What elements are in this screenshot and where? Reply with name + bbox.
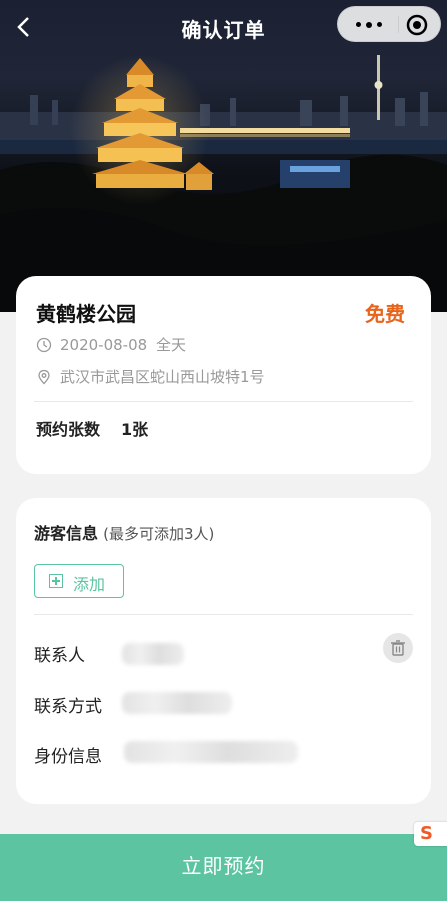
- contact-label: 联系人: [34, 646, 85, 666]
- visitor-info-card: 游客信息 (最多可添加3人) 添加 联系人 联系方式 身份信息: [16, 498, 431, 804]
- more-dots-icon[interactable]: [352, 7, 390, 41]
- submit-reservation-button[interactable]: 立即预约: [0, 834, 447, 901]
- id-label: 身份信息: [34, 747, 102, 767]
- add-visitor-button[interactable]: 添加: [34, 564, 124, 598]
- add-visitor-label: 添加: [73, 575, 106, 594]
- hero-banner: 确认订单: [0, 0, 447, 312]
- divider: [34, 401, 413, 402]
- place-card: 黄鹤楼公园 免费 2020-08-08 全天 武汉市武昌区蛇山西山坡特1号 预约…: [16, 276, 431, 474]
- address-row: 武汉市武昌区蛇山西山坡特1号: [36, 366, 406, 388]
- divider: [34, 614, 413, 615]
- contact-name-redacted: [122, 643, 184, 665]
- address-text: 武汉市武昌区蛇山西山坡特1号: [60, 368, 265, 386]
- phone-number-redacted: [122, 692, 232, 714]
- visitor-info-title: 游客信息: [34, 524, 99, 543]
- visit-date: 2020-08-08: [60, 336, 148, 354]
- plus-square-icon: [49, 574, 63, 588]
- id-number-redacted: [124, 741, 298, 763]
- visitor-info-heading: 游客信息 (最多可添加3人): [34, 520, 214, 544]
- clock-icon: [36, 337, 52, 353]
- location-pin-icon: [38, 369, 50, 385]
- delete-visitor-button[interactable]: [383, 633, 413, 663]
- target-close-icon[interactable]: [404, 12, 430, 38]
- price-label: 免费: [365, 302, 405, 326]
- visitor-limit-hint: (最多可添加3人): [103, 525, 215, 543]
- ticket-count-label: 预约张数: [36, 420, 101, 439]
- yellow-crane-tower-night-photo: [0, 55, 447, 312]
- capsule-divider: [398, 16, 399, 33]
- place-name: 黄鹤楼公园: [36, 302, 136, 326]
- ticket-count-value: 1张: [121, 420, 149, 439]
- visit-time: 全天: [156, 336, 187, 354]
- visit-time-row: 2020-08-08 全天: [36, 334, 396, 356]
- mini-program-capsule: [337, 6, 441, 42]
- phone-label: 联系方式: [34, 697, 102, 717]
- trash-icon: [391, 640, 405, 656]
- input-method-icon: S: [414, 822, 447, 846]
